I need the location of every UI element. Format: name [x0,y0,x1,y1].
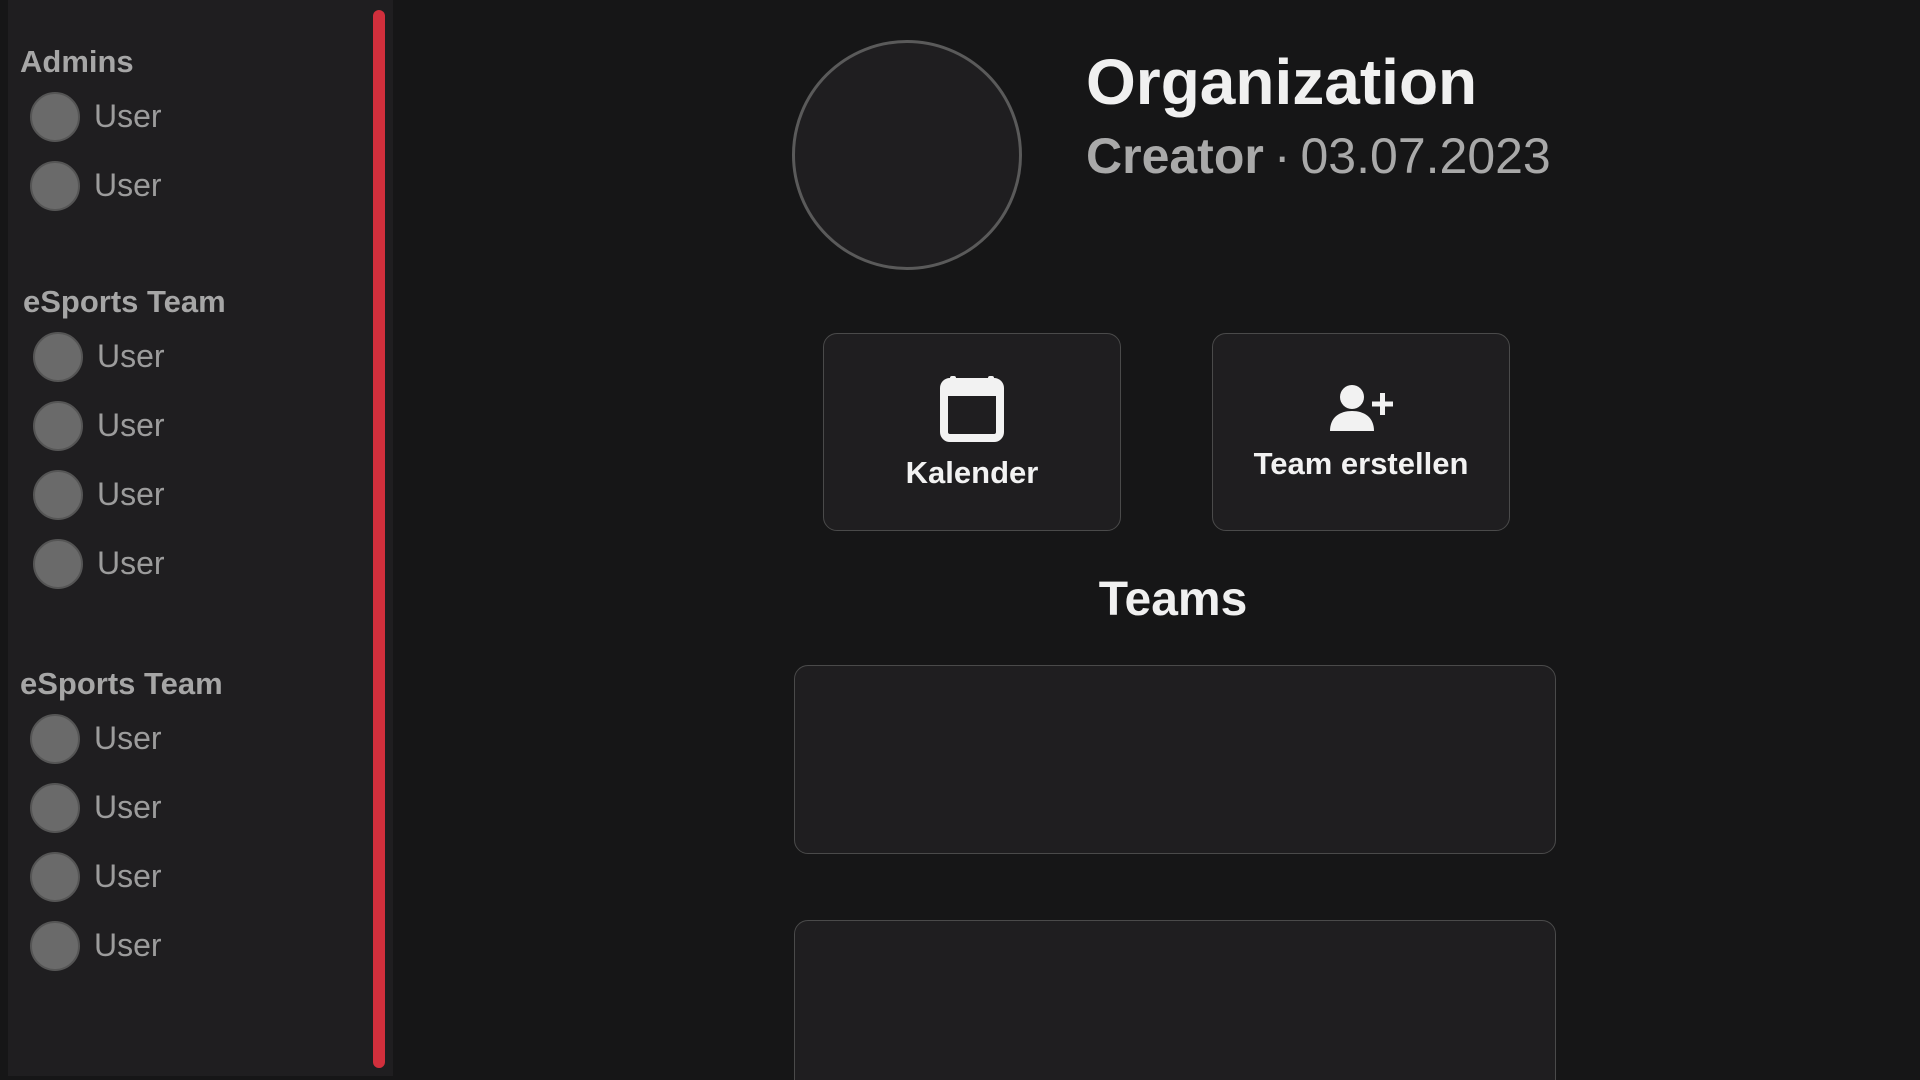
member-item[interactable]: User [30,911,223,980]
team-card[interactable] [794,920,1556,1080]
member-item[interactable]: User [33,460,226,529]
member-item[interactable]: User [33,391,226,460]
create-team-button[interactable]: Team erstellen [1212,333,1510,531]
group-title: eSports Team [23,284,226,319]
avatar [30,920,80,971]
member-item[interactable]: User [30,151,162,220]
member-name: User [94,98,162,134]
group-title: Admins [20,44,134,79]
member-item[interactable]: User [30,704,223,773]
member-name: User [97,338,165,374]
organization-avatar[interactable] [792,40,1022,270]
avatar [33,469,83,520]
member-name: User [94,858,162,894]
member-name: User [97,407,165,443]
create-team-label: Team erstellen [1253,445,1469,481]
member-group-admins: Admins User User [20,42,162,220]
member-name: User [94,720,162,756]
avatar [30,851,80,902]
organization-meta: Creator · 03.07.2023 [1086,124,1551,188]
member-name: User [97,476,165,512]
member-name: User [94,167,162,203]
avatar [30,160,80,211]
team-card[interactable] [794,665,1556,854]
avatar [33,331,83,382]
members-sidebar: Admins User User eSports Team User User [8,0,393,1076]
meta-separator: · [1273,128,1291,184]
creator-role: Creator [1086,128,1264,184]
avatar [30,713,80,764]
add-user-icon [1328,383,1394,438]
organization-name: Organization [1086,46,1478,118]
group-title: eSports Team [20,666,223,701]
member-name: User [94,927,162,963]
creation-date: 03.07.2023 [1300,128,1551,184]
avatar [33,400,83,451]
avatar [30,782,80,833]
calendar-button[interactable]: Kalender [823,333,1121,531]
member-name: User [94,789,162,825]
member-item[interactable]: User [30,773,223,842]
app-window: Admins User User eSports Team User User [0,0,1920,1080]
avatar [30,91,80,142]
member-group-esports-2: eSports Team User User User User [20,664,223,980]
calendar-icon [940,374,1004,447]
member-item[interactable]: User [33,322,226,391]
member-item[interactable]: User [30,82,162,151]
sidebar-scrollbar[interactable] [373,10,385,1068]
member-group-esports-1: eSports Team User User User User [23,282,226,598]
teams-heading: Teams [1098,573,1248,626]
calendar-label: Kalender [905,454,1039,490]
member-item[interactable]: User [30,842,223,911]
